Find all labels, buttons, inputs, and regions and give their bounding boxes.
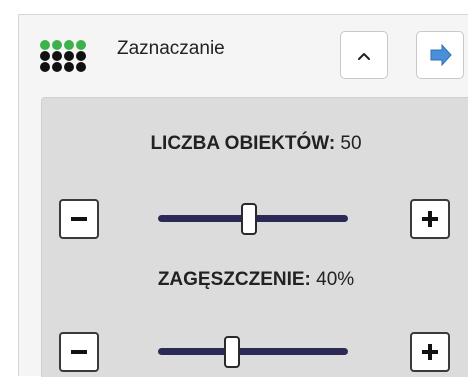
dot — [40, 51, 50, 61]
density-slider-thumb[interactable] — [224, 336, 241, 368]
object-count-label: LICZBA OBIEKTÓW: 50 — [42, 133, 468, 155]
selection-panel: Zaznaczanie LICZBA OBIEKTÓW: 50 ZAGĘSZCZ… — [18, 14, 468, 377]
plus-icon — [422, 211, 438, 227]
arrow-right-icon — [430, 43, 452, 67]
density-slider-track[interactable] — [158, 348, 348, 355]
dot-grid-icon — [39, 39, 89, 79]
density-value: 40% — [316, 269, 355, 290]
minus-icon — [71, 350, 87, 354]
dot — [52, 51, 62, 61]
density-caption: ZAGĘSZCZENIE: — [157, 269, 311, 290]
density-label: ZAGĘSZCZENIE: 40% — [42, 269, 468, 291]
plus-icon — [422, 344, 438, 360]
dot — [52, 62, 62, 72]
next-button[interactable] — [416, 31, 464, 79]
dot — [76, 40, 86, 50]
panel-title: Zaznaczanie — [117, 38, 225, 59]
dot — [40, 62, 50, 72]
dot — [76, 62, 86, 72]
dot — [64, 51, 74, 61]
chevron-up-icon — [358, 53, 370, 60]
dot — [76, 51, 86, 61]
minus-icon — [71, 217, 87, 221]
panel-header: Zaznaczanie — [19, 15, 468, 95]
decrease-count-button[interactable] — [59, 199, 99, 239]
settings-area: LICZBA OBIEKTÓW: 50 ZAGĘSZCZENIE: 40% — [41, 97, 468, 377]
increase-density-button[interactable] — [410, 332, 450, 372]
object-count-value: 50 — [340, 133, 362, 154]
dot — [40, 40, 50, 50]
object-count-caption: LICZBA OBIEKTÓW: — [150, 133, 336, 154]
dot — [64, 40, 74, 50]
increase-count-button[interactable] — [410, 199, 450, 239]
collapse-button[interactable] — [340, 31, 388, 79]
decrease-density-button[interactable] — [59, 332, 99, 372]
dot — [64, 62, 74, 72]
object-count-slider-thumb[interactable] — [241, 203, 258, 235]
dot — [52, 40, 62, 50]
